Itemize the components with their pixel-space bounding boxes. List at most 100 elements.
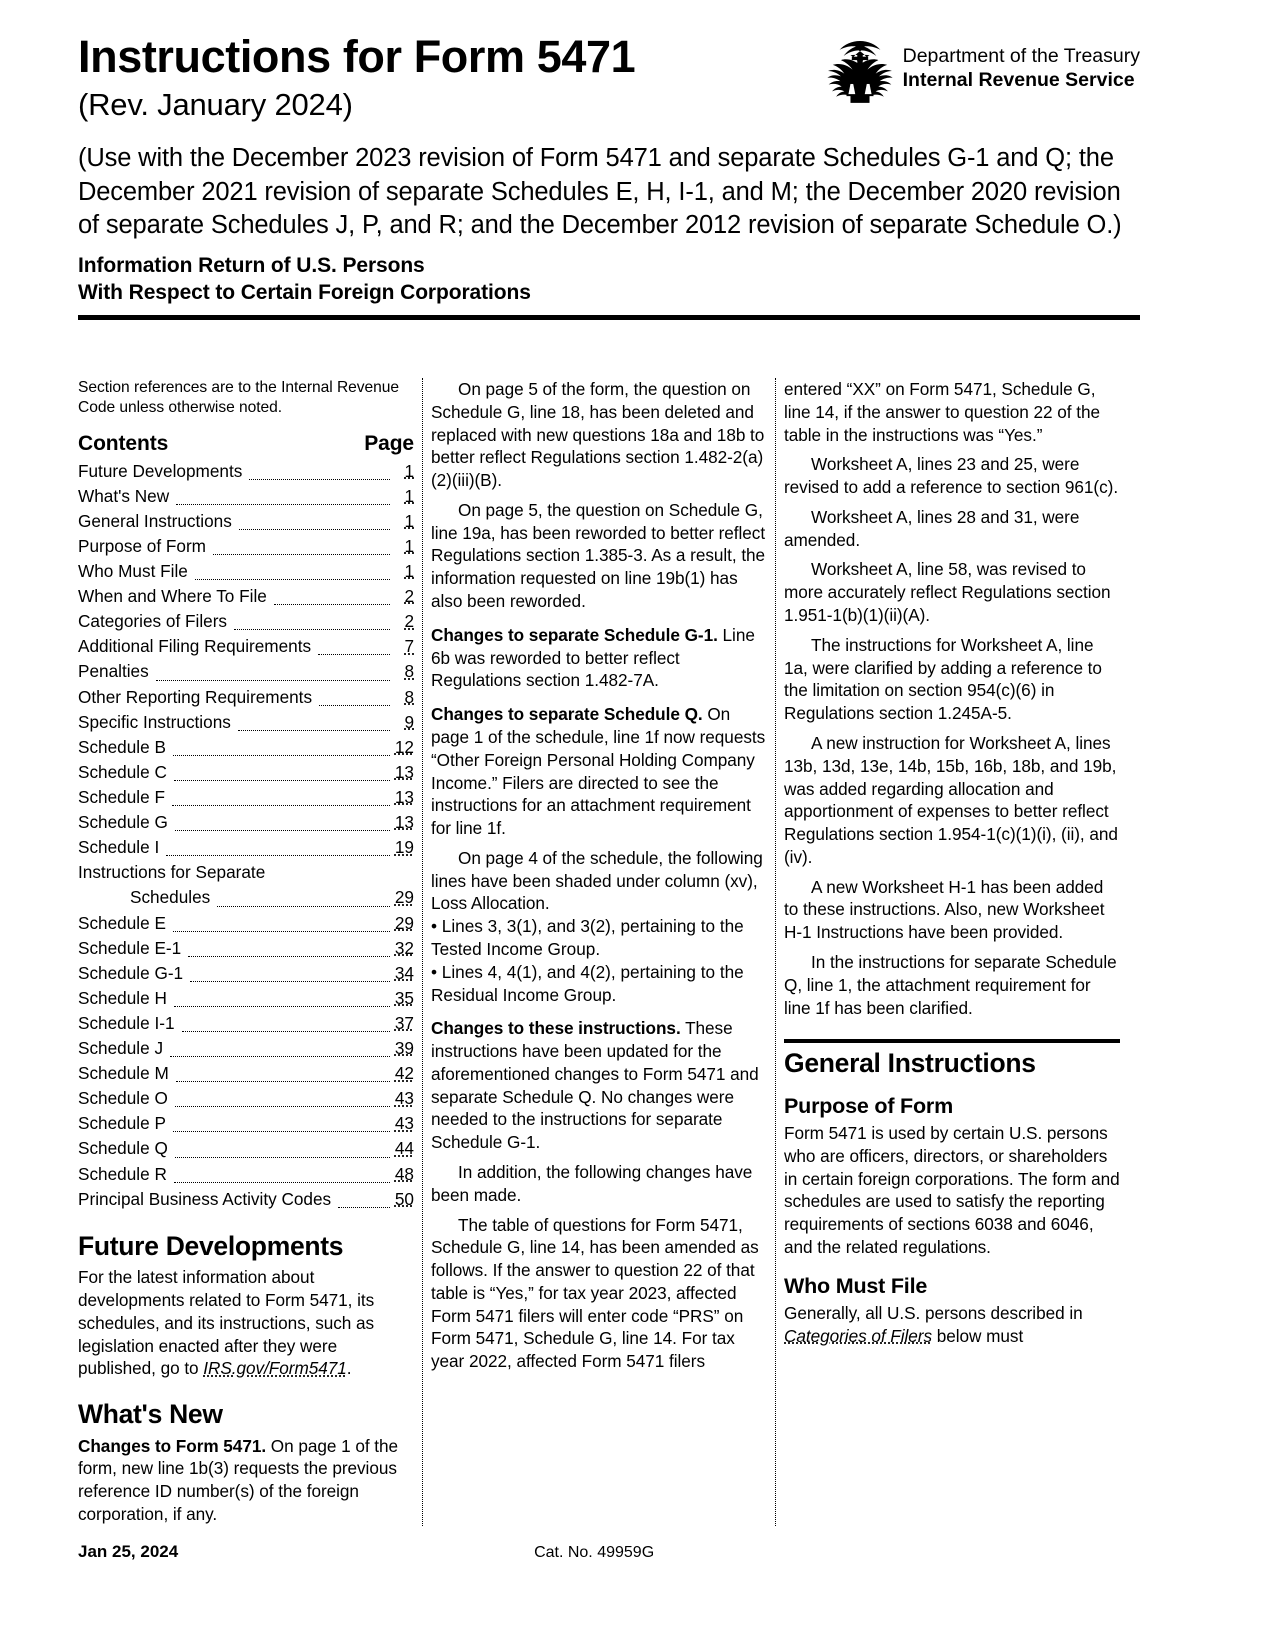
toc-entry-label: What's New (78, 485, 170, 506)
toc-entry[interactable]: Specific Instructions 9 (78, 710, 414, 735)
toc-entry[interactable]: Principal Business Activity Codes 50 (78, 1187, 414, 1212)
toc-entry[interactable]: Schedule F 13 (78, 785, 414, 810)
col3-para-1-continuation: entered “XX” on Form 5471, Schedule G, l… (784, 379, 1100, 445)
toc-entry[interactable]: Schedule J 39 (78, 1036, 414, 1061)
title-row: Instructions for Form 5471 (Rev. January… (78, 34, 1140, 125)
toc-entry[interactable]: Schedule I 19 (78, 835, 414, 860)
toc-entry[interactable]: Other Reporting Requirements 8 (78, 685, 414, 710)
document-header: Instructions for Form 5471 (Rev. January… (78, 34, 1140, 320)
toc-leader-dots (237, 729, 390, 731)
toc-leader-dots (171, 805, 390, 807)
run-in-head-schedule-q: Changes to separate Schedule Q. (431, 704, 703, 725)
toc-entry-page: 42 (394, 1063, 414, 1084)
col2-para-7: In addition, the following changes have … (431, 1162, 753, 1205)
wmf-text-pre: Generally, all U.S. persons described in (784, 1303, 1083, 1324)
toc-entry[interactable]: Schedule I-1 37 (78, 1011, 414, 1036)
toc-entry-page: 12 (394, 736, 414, 757)
toc-entry-page: 7 (404, 636, 414, 657)
toc-entry[interactable]: Schedule H 35 (78, 986, 414, 1011)
toc-entry-label: Schedule I (78, 837, 160, 858)
toc-entry[interactable]: Schedule E-1 32 (78, 936, 414, 961)
toc-leader-dots (213, 553, 390, 555)
toc-entry-page: 43 (394, 1088, 414, 1109)
toc-entry-page: 39 (394, 1038, 414, 1059)
toc-entry-page: 2 (404, 611, 414, 632)
toc-entry[interactable]: Schedule G-1 34 (78, 961, 414, 986)
toc-entry[interactable]: Schedule C 13 (78, 760, 414, 785)
footer-catalog-number: Cat. No. 49959G (534, 1544, 655, 1561)
toc-entry[interactable]: Schedule R 48 (78, 1162, 414, 1187)
column-one: Section references are to the Internal R… (78, 378, 414, 1526)
toc-entry[interactable]: Schedule Q 44 (78, 1136, 414, 1161)
table-of-contents: Contents Page Future Developments 1 What's… (78, 432, 414, 1212)
content-columns: Section references are to the Internal R… (78, 378, 1140, 1526)
toc-entry-label: Schedule O (78, 1088, 168, 1109)
toc-leader-dots (318, 654, 390, 656)
col2-para-2: On page 5, the question on Schedule G, l… (431, 499, 766, 612)
irs-eagle-seal-icon (826, 41, 893, 103)
toc-entry[interactable]: When and Where To File 2 (78, 584, 414, 609)
irs-gov-link[interactable]: IRS.gov/Form5471 (203, 1358, 347, 1378)
toc-entry-page: 2 (404, 586, 414, 607)
toc-entry[interactable]: Instructions for Separate (78, 860, 414, 885)
title-block: Instructions for Form 5471 (Rev. January… (78, 34, 768, 125)
toc-entry[interactable]: Schedule E 29 (78, 911, 414, 936)
toc-leader-dots (174, 830, 390, 832)
toc-entry-label: Other Reporting Requirements (78, 686, 313, 707)
wmf-text-post: below must (932, 1325, 1024, 1346)
column-two: On page 5 of the form, the question on S… (422, 378, 767, 1526)
col3-para-2: Worksheet A, lines 23 and 25, were revis… (784, 454, 1119, 498)
toc-entry[interactable]: Purpose of Form 1 (78, 534, 414, 559)
categories-of-filers-link[interactable]: Categories of Filers (784, 1326, 932, 1346)
heading-purpose-of-form: Purpose of Form (784, 1093, 954, 1118)
toc-leader-dots (249, 478, 390, 480)
toc-leader-dots (238, 528, 390, 530)
toc-entry-page: 9 (404, 711, 414, 732)
toc-entry-label: Schedule G-1 (78, 962, 184, 983)
toc-leader-dots (155, 679, 390, 681)
toc-entry-label: Schedules (130, 887, 211, 908)
toc-entry[interactable]: Penalties 8 (78, 659, 414, 684)
toc-entry-page: 8 (404, 661, 414, 682)
toc-leader-dots (170, 1056, 390, 1058)
toc-entry-label: Penalties (78, 661, 149, 682)
toc-entry[interactable]: Schedule O 43 (78, 1086, 414, 1111)
subtitle-line-2: With Respect to Certain Foreign Corporat… (78, 280, 531, 304)
toc-leader-dots (174, 1156, 390, 1158)
column-three: entered “XX” on Form 5471, Schedule G, l… (775, 378, 1120, 1526)
toc-entry[interactable]: Schedules 29 (78, 885, 414, 910)
toc-entry[interactable]: What's New 1 (78, 484, 414, 509)
toc-entry[interactable]: Schedule P 43 (78, 1111, 414, 1136)
toc-entry-label: Who Must File (78, 560, 188, 581)
toc-entry[interactable]: Additional Filing Requirements 7 (78, 634, 414, 659)
toc-entry[interactable]: Who Must File 1 (78, 559, 414, 584)
page-title: Instructions for Form 5471 (78, 31, 636, 82)
agency-service: Internal Revenue Service (902, 68, 1135, 91)
col3-para-8: In the instructions for separate Schedul… (784, 951, 1117, 1018)
toc-leader-dots (176, 503, 390, 505)
document-page: Instructions for Form 5471 (Rev. January… (0, 0, 1275, 1650)
toc-leader-dots (217, 905, 390, 907)
toc-entry-label: Schedule B (78, 736, 166, 757)
run-in-head-schedule-g1: Changes to separate Schedule G-1. (431, 624, 718, 645)
toc-entry-label: Purpose of Form (78, 535, 206, 556)
toc-entry[interactable]: Schedule M 42 (78, 1061, 414, 1086)
toc-entry-page: 19 (394, 837, 414, 858)
toc-entry[interactable]: Future Developments 1 (78, 459, 414, 484)
toc-entry[interactable]: General Instructions 1 (78, 509, 414, 534)
toc-entry-label: Schedule H (78, 987, 167, 1008)
use-with-note: (Use with the December 2023 revision of … (78, 143, 1122, 240)
toc-entry[interactable]: Schedule G 13 (78, 810, 414, 835)
toc-entry-label: Schedule I-1 (78, 1012, 175, 1033)
toc-entry-label: Schedule E (78, 912, 166, 933)
toc-entry[interactable]: Categories of Filers 2 (78, 609, 414, 634)
col2-para-6-text: These instructions have been updated for… (431, 1018, 759, 1153)
toc-entry[interactable]: Schedule B 12 (78, 735, 414, 760)
agency-block: Department of the Treasury Internal Reve… (826, 34, 1140, 107)
toc-rows: Future Developments 1 What's New 1 General I… (78, 459, 414, 1212)
